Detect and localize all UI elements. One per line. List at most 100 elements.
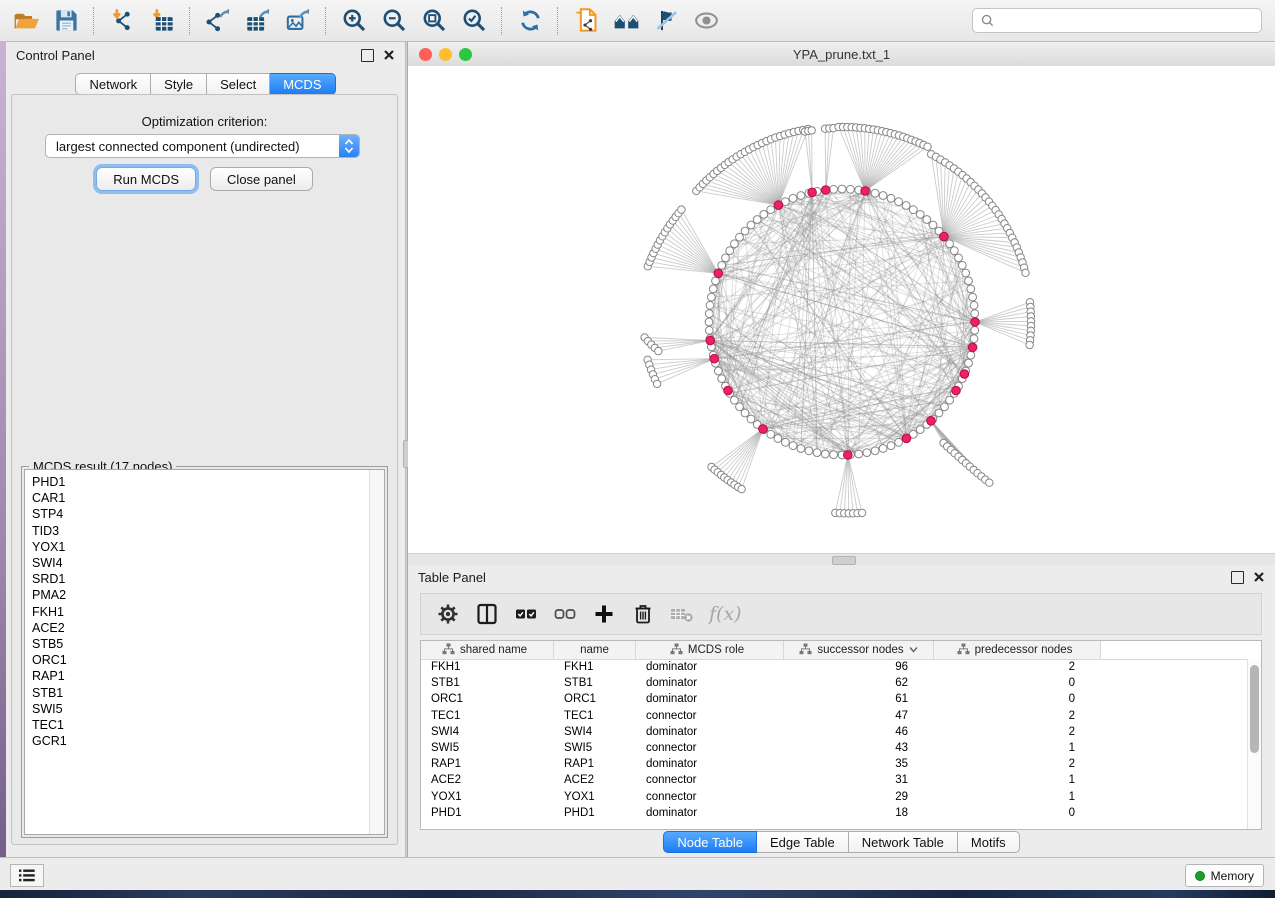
mcds-result-item[interactable]: ORC1 xyxy=(32,652,368,668)
close-table-panel-icon[interactable] xyxy=(1253,571,1265,583)
close-panel-button[interactable]: Close panel xyxy=(210,167,313,191)
dropdown-stepper-icon xyxy=(339,135,359,157)
network-canvas[interactable] xyxy=(408,66,1275,553)
table-toolbar: f(x) xyxy=(420,593,1262,635)
mcds-result-item[interactable]: STP4 xyxy=(32,506,368,522)
hide-selected-icon[interactable] xyxy=(646,4,686,38)
search-box[interactable] xyxy=(972,8,1262,33)
column-header-predecessor-nodes[interactable]: predecessor nodes xyxy=(934,641,1101,659)
mcds-result-item[interactable]: SWI5 xyxy=(32,701,368,717)
mcds-result-item[interactable]: TID3 xyxy=(32,523,368,539)
cell-successor-nodes: 31 xyxy=(784,774,934,786)
mcds-result-item[interactable]: TEC1 xyxy=(32,717,368,733)
zoom-out-icon[interactable] xyxy=(374,4,414,38)
cell-predecessor-nodes: 2 xyxy=(934,758,1101,770)
minimize-window-icon[interactable] xyxy=(439,48,452,61)
cell-shared-name: STB1 xyxy=(421,677,554,689)
cell-predecessor-nodes: 1 xyxy=(934,791,1101,803)
first-neighbors-icon[interactable] xyxy=(606,4,646,38)
column-header-name[interactable]: name xyxy=(554,641,636,659)
table-row[interactable]: FKH1FKH1dominator962 xyxy=(421,659,1248,675)
show-all-icon[interactable] xyxy=(686,4,726,38)
zoom-fit-icon[interactable] xyxy=(414,4,454,38)
network-window-titlebar: YPA_prune.txt_1 xyxy=(408,42,1275,67)
cell-MCDS-role: connector xyxy=(636,742,784,754)
refresh-layout-icon[interactable] xyxy=(510,4,550,38)
mcds-result-item[interactable]: PHD1 xyxy=(32,474,368,490)
cell-name: YOX1 xyxy=(554,791,636,803)
import-network-icon[interactable] xyxy=(102,4,142,38)
mcds-result-item[interactable]: STB5 xyxy=(32,636,368,652)
search-input[interactable] xyxy=(1000,13,1253,29)
tab-style[interactable]: Style xyxy=(151,73,207,95)
mcds-result-item[interactable]: GCR1 xyxy=(32,733,368,749)
column-header-shared-name[interactable]: shared name xyxy=(421,641,554,659)
memory-button[interactable]: Memory xyxy=(1185,864,1264,887)
delete-column-icon[interactable] xyxy=(631,602,655,626)
table-row[interactable]: SWI4SWI4dominator462 xyxy=(421,724,1248,740)
mcds-result-scrollbar[interactable] xyxy=(369,470,384,834)
tab-edge-table[interactable]: Edge Table xyxy=(757,831,849,853)
task-history-button[interactable] xyxy=(10,864,44,887)
cell-MCDS-role: dominator xyxy=(636,661,784,673)
float-window-icon[interactable] xyxy=(361,49,374,62)
table-scrollbar-thumb[interactable] xyxy=(1250,665,1259,753)
add-column-icon[interactable] xyxy=(592,602,616,626)
column-header-successor-nodes[interactable]: successor nodes xyxy=(784,641,934,659)
mcds-result-item[interactable]: STB1 xyxy=(32,685,368,701)
table-row[interactable]: RAP1RAP1dominator352 xyxy=(421,756,1248,772)
save-session-icon[interactable] xyxy=(46,4,86,38)
mcds-result-item[interactable]: YOX1 xyxy=(32,539,368,555)
tab-network[interactable]: Network xyxy=(75,73,151,95)
tab-label: Edge Table xyxy=(770,835,835,850)
export-network-icon[interactable] xyxy=(198,4,238,38)
tab-select[interactable]: Select xyxy=(207,73,270,95)
zoom-in-icon[interactable] xyxy=(334,4,374,38)
maximize-window-icon[interactable] xyxy=(459,48,472,61)
table-panel-titlebar: Table Panel xyxy=(408,565,1275,589)
table-row[interactable]: ORC1ORC1dominator610 xyxy=(421,691,1248,707)
float-table-panel-icon[interactable] xyxy=(1231,571,1244,584)
mcds-result-item[interactable]: SRD1 xyxy=(32,571,368,587)
tab-node-table[interactable]: Node Table xyxy=(663,831,757,853)
tab-motifs[interactable]: Motifs xyxy=(958,831,1020,853)
split-columns-icon[interactable] xyxy=(475,602,499,626)
table-row[interactable]: TEC1TEC1connector472 xyxy=(421,708,1248,724)
mcds-result-list[interactable]: PHD1CAR1STP4TID3YOX1SWI4SRD1PMA2FKH1ACE2… xyxy=(24,469,385,835)
mcds-result-item[interactable]: FKH1 xyxy=(32,604,368,620)
tab-network-table[interactable]: Network Table xyxy=(849,831,958,853)
table-row[interactable]: SWI5SWI5connector431 xyxy=(421,740,1248,756)
table-row[interactable]: YOX1YOX1connector291 xyxy=(421,789,1248,805)
select-all-icon[interactable] xyxy=(514,602,538,626)
optimization-criterion-select[interactable]: largest connected component (undirected) xyxy=(45,134,360,158)
mcds-result-item[interactable]: ACE2 xyxy=(32,620,368,636)
mcds-result-item[interactable]: CAR1 xyxy=(32,490,368,506)
column-label: successor nodes xyxy=(817,644,903,656)
cell-shared-name: ACE2 xyxy=(421,774,554,786)
run-mcds-button[interactable]: Run MCDS xyxy=(96,167,196,191)
unselect-all-icon[interactable] xyxy=(553,602,577,626)
tab-mcds[interactable]: MCDS xyxy=(270,73,335,95)
column-header-MCDS-role[interactable]: MCDS role xyxy=(636,641,784,659)
mcds-result-item[interactable]: RAP1 xyxy=(32,668,368,684)
table-panel-title: Table Panel xyxy=(418,570,486,585)
horizontal-splitter[interactable] xyxy=(408,553,1275,565)
gear-icon[interactable] xyxy=(436,602,460,626)
table-row[interactable]: STB1STB1dominator620 xyxy=(421,675,1248,691)
table-scrollbar[interactable] xyxy=(1247,659,1261,829)
open-session-icon[interactable] xyxy=(6,4,46,38)
close-window-icon[interactable] xyxy=(419,48,432,61)
close-panel-icon[interactable] xyxy=(383,49,395,61)
zoom-selected-icon[interactable] xyxy=(454,4,494,38)
horizontal-splitter-handle[interactable] xyxy=(832,556,856,565)
export-image-icon[interactable] xyxy=(278,4,318,38)
table-row[interactable]: PHD1PHD1dominator180 xyxy=(421,805,1248,821)
cell-successor-nodes: 96 xyxy=(784,661,934,673)
network-graph[interactable] xyxy=(408,66,1275,553)
table-row[interactable]: ACE2ACE2connector311 xyxy=(421,772,1248,788)
mcds-result-item[interactable]: SWI4 xyxy=(32,555,368,571)
mcds-result-item[interactable]: PMA2 xyxy=(32,587,368,603)
import-table-icon[interactable] xyxy=(142,4,182,38)
new-network-from-selection-icon[interactable] xyxy=(566,4,606,38)
export-table-icon[interactable] xyxy=(238,4,278,38)
